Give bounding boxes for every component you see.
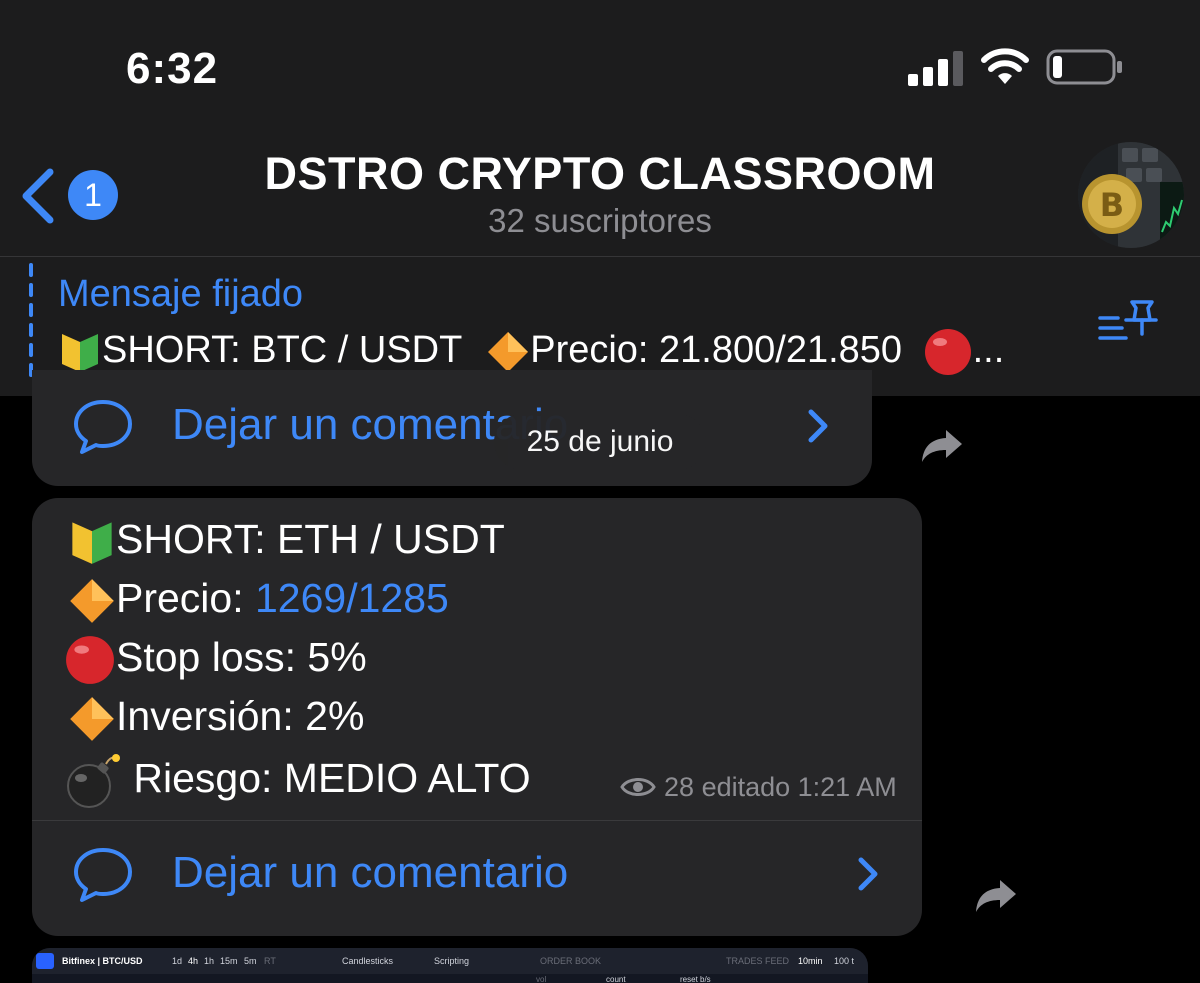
timeframe-15m: 15m: [220, 956, 238, 966]
trades-interval: 10min: [798, 956, 823, 966]
message-line-pair: SHORT: ETH / USDT: [64, 516, 505, 566]
japanese-beginner-symbol-icon: [62, 334, 98, 372]
wifi-icon: [981, 48, 1029, 84]
share-arrow-icon[interactable]: [974, 878, 1018, 914]
orange-diamond-icon: [70, 579, 114, 623]
battery-icon: [1046, 49, 1122, 85]
trades-feed-label: TRADES FEED: [726, 956, 790, 966]
trading-chart-toolbar: Bitfinex | BTC/USD 1d 4h 1h 15m 5m RT Ca…: [32, 948, 868, 974]
reset-label: reset b/s: [680, 975, 711, 983]
bitcoin-avatar-icon: B: [1078, 142, 1184, 248]
orange-diamond-icon: [70, 697, 114, 741]
chevron-right-icon: [808, 409, 828, 443]
pinned-list-icon[interactable]: [1096, 298, 1158, 348]
cellular-signal-icon: [908, 51, 963, 86]
trades-count: 100 t: [834, 956, 855, 966]
channel-avatar[interactable]: B: [1078, 142, 1184, 248]
order-book-label: ORDER BOOK: [540, 956, 602, 966]
price-value-link[interactable]: 1269/1285: [255, 575, 449, 621]
menu-icon: [36, 953, 54, 969]
candlesticks-label: Candlesticks: [342, 956, 394, 966]
timeframe-rt: RT: [264, 956, 276, 966]
orange-diamond-icon: [488, 332, 529, 372]
timeframe-5m: 5m: [244, 956, 257, 966]
message-line-risk: Riesgo: MEDIO ALTO: [64, 752, 531, 810]
status-time: 6:32: [126, 44, 219, 93]
red-circle-icon: [66, 636, 114, 685]
pinned-ellipsis: ...: [972, 329, 1005, 372]
pinned-preview-price: Precio: 21.800/21.850: [530, 329, 903, 372]
message-line-price: Precio: 1269/1285: [64, 575, 449, 625]
stop-loss-text: Stop loss: 5%: [116, 634, 367, 680]
risk-text: Riesgo: MEDIO ALTO: [122, 754, 531, 801]
subscriber-count: 32 suscriptores: [488, 202, 712, 239]
scripting-label: Scripting: [434, 956, 470, 966]
next-message-image[interactable]: Bitfinex | BTC/USD 1d 4h 1h 15m 5m RT Ca…: [32, 948, 868, 983]
timeframe-4h: 4h: [188, 956, 199, 966]
message-bubble: SHORT: ETH / USDT Precio: 1269/1285 Stop…: [32, 498, 922, 936]
trade-pair: SHORT: ETH / USDT: [116, 516, 505, 562]
edited-time: editado 1:21 AM: [701, 772, 897, 802]
message-meta: 28 editado 1:21 AM: [620, 772, 897, 803]
previous-message-bubble: Dejar un comentario: [32, 370, 872, 486]
red-circle-icon: [924, 329, 971, 375]
vol-label: vol: [536, 975, 547, 983]
japanese-beginner-symbol-icon: [72, 522, 112, 564]
message-line-stop-loss: Stop loss: 5%: [64, 634, 367, 686]
pinned-indicator: [28, 263, 34, 381]
views-eye-icon: [620, 778, 656, 796]
count-label: count: [606, 975, 626, 983]
pinned-preview-pair: SHORT: BTC / USDT: [102, 329, 462, 372]
header-bar: 6:32 1 DSTRO CRYPTO CLASSROOM 32 suscrip…: [0, 0, 1200, 256]
pinned-label: Mensaje fijado: [58, 273, 304, 315]
exchange-pair: Bitfinex | BTC/USD: [62, 956, 143, 966]
svg-text:B: B: [1100, 186, 1124, 224]
bomb-icon: [67, 754, 120, 808]
date-separator: 25 de junio: [494, 414, 706, 470]
comment-label: Dejar un comentario: [172, 848, 569, 897]
chart-subtoolbar: vol count reset b/s: [32, 974, 868, 983]
leave-comment-button[interactable]: Dejar un comentario: [32, 830, 922, 920]
price-label: Precio:: [116, 575, 255, 621]
share-arrow-icon[interactable]: [920, 428, 964, 464]
comment-bubble-icon: [74, 400, 132, 454]
investment-text: Inversión: 2%: [116, 693, 365, 739]
message-line-investment: Inversión: 2%: [64, 693, 364, 743]
bubble-divider: [32, 820, 922, 821]
channel-title[interactable]: DSTRO CRYPTO CLASSROOM: [0, 148, 1200, 200]
comment-bubble-icon: [74, 848, 132, 902]
chevron-right-icon: [858, 857, 878, 891]
leave-comment-button[interactable]: Dejar un comentario: [32, 382, 872, 472]
timeframe-1h: 1h: [204, 956, 215, 966]
timeframe-1d: 1d: [172, 956, 183, 966]
view-count: 28: [664, 772, 695, 802]
